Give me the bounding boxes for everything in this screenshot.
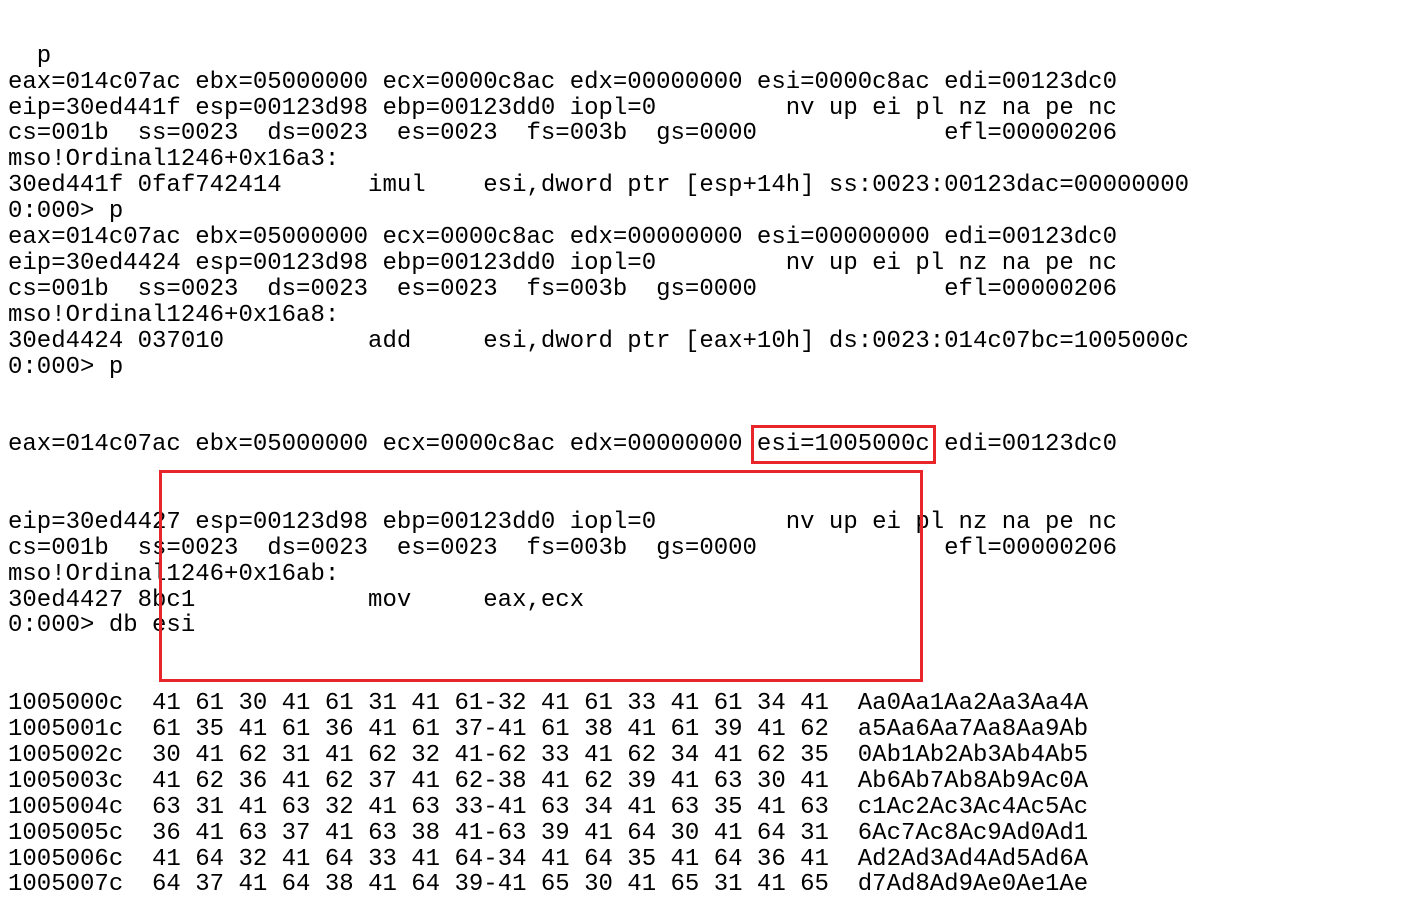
register-prefix: eax=014c07ac ebx=05000000 ecx=0000c8ac e… bbox=[8, 431, 757, 459]
dump-address: 1005007c bbox=[8, 871, 124, 899]
console-line: mso!Ordinal1246+0x16a3: bbox=[8, 146, 340, 174]
console-output-before: p eax=014c07ac ebx=05000000 ecx=0000c8ac … bbox=[8, 42, 1189, 381]
dump-row: 1005002c 30 41 62 31 41 62 32 41-62 33 4… bbox=[8, 743, 1189, 769]
dump-address: 1005002c bbox=[8, 741, 124, 769]
dump-bytes: 30 41 62 31 41 62 32 41-62 33 41 62 34 4… bbox=[152, 741, 829, 769]
dump-ascii: Ab6Ab7Ab8Ab9Ac0A bbox=[857, 767, 1089, 795]
dump-address: 1005005c bbox=[8, 819, 124, 847]
console-line: mso!Ordinal1246+0x16a8: bbox=[8, 301, 340, 329]
dump-row: 1005000c 41 61 30 41 61 31 41 61-32 41 6… bbox=[8, 691, 1189, 717]
dump-bytes: 36 41 63 37 41 63 38 41-63 39 41 64 30 4… bbox=[152, 819, 829, 847]
console-line: 30ed4427 8bc1 mov eax,ecx bbox=[8, 586, 585, 614]
dump-bytes: 61 35 41 61 36 41 61 37-41 61 38 41 61 3… bbox=[152, 716, 829, 744]
console-line: 0:000> db esi bbox=[8, 612, 196, 640]
dump-address: 1005004c bbox=[8, 793, 124, 821]
console-line: 0:000> p bbox=[8, 353, 124, 381]
dump-row: 1005004c 63 31 41 63 32 41 63 33-41 63 3… bbox=[8, 793, 1189, 821]
dump-row: 1005003c 41 62 36 41 62 37 41 62-38 41 6… bbox=[8, 767, 1189, 795]
console-line: cs=001b ss=0023 ds=0023 es=0023 fs=003b … bbox=[8, 275, 1117, 303]
dump-ascii: 0Ab1Ab2Ab3Ab4Ab5 bbox=[857, 741, 1089, 769]
dump-bytes: 63 31 41 63 32 41 63 33-41 63 34 41 63 3… bbox=[152, 793, 829, 821]
dump-address: 1005001c bbox=[8, 716, 124, 744]
dump-ascii: 6Ac7Ac8Ac9Ad0Ad1 bbox=[857, 819, 1089, 847]
dump-row: 1005001c 61 35 41 61 36 41 61 37-41 61 3… bbox=[8, 717, 1189, 743]
register-line-highlighted: eax=014c07ac ebx=05000000 ecx=0000c8ac e… bbox=[8, 425, 1189, 465]
dump-ascii: c1Ac2Ac3Ac4Ac5Ac bbox=[857, 793, 1089, 821]
console-line: 30ed441f 0faf742414 imul esi,dword ptr [… bbox=[8, 172, 1189, 200]
dump-address: 1005003c bbox=[8, 767, 124, 795]
console-line: p bbox=[8, 42, 52, 70]
dump-ascii: d7Ad8Ad9Ae0Ae1Ae bbox=[857, 871, 1089, 899]
console-line: eip=30ed4427 esp=00123d98 ebp=00123dd0 i… bbox=[8, 508, 1117, 536]
dump-row: 1005005c 36 41 63 37 41 63 38 41-63 39 4… bbox=[8, 819, 1189, 847]
dump-row: 1005007c 64 37 41 64 38 41 64 39-41 65 3… bbox=[8, 872, 1189, 898]
console-line: 30ed4424 037010 add esi,dword ptr [eax+1… bbox=[8, 327, 1189, 355]
console-line: eax=014c07ac ebx=05000000 ecx=0000c8ac e… bbox=[8, 224, 1117, 252]
console-line: cs=001b ss=0023 ds=0023 es=0023 fs=003b … bbox=[8, 120, 1117, 148]
console-line: eip=30ed441f esp=00123d98 ebp=00123dd0 i… bbox=[8, 94, 1117, 122]
dump-address: 1005000c bbox=[8, 690, 124, 718]
dump-bytes: 41 62 36 41 62 37 41 62-38 41 62 39 41 6… bbox=[152, 767, 829, 795]
dump-bytes: 41 64 32 41 64 33 41 64-34 41 64 35 41 6… bbox=[152, 845, 829, 873]
memory-dump: 1005000c 41 61 30 41 61 31 41 61-32 41 6… bbox=[8, 691, 1189, 898]
console-output-after: eip=30ed4427 esp=00123d98 ebp=00123dd0 i… bbox=[8, 510, 1189, 639]
register-suffix: edi=00123dc0 bbox=[929, 431, 1117, 459]
debugger-console[interactable]: p eax=014c07ac ebx=05000000 ecx=0000c8ac … bbox=[8, 0, 1189, 924]
dump-ascii: a5Aa6Aa7Aa8Aa9Ab bbox=[857, 716, 1089, 744]
esi-register-highlight: esi=1005000c bbox=[750, 425, 936, 465]
console-line: eax=014c07ac ebx=05000000 ecx=0000c8ac e… bbox=[8, 68, 1117, 96]
console-line: mso!Ordinal1246+0x16ab: bbox=[8, 560, 340, 588]
console-line: eip=30ed4424 esp=00123d98 ebp=00123dd0 i… bbox=[8, 249, 1117, 277]
dump-row: 1005006c 41 64 32 41 64 33 41 64-34 41 6… bbox=[8, 845, 1189, 873]
dump-bytes: 41 61 30 41 61 31 41 61-32 41 61 33 41 6… bbox=[152, 690, 829, 718]
console-line: cs=001b ss=0023 ds=0023 es=0023 fs=003b … bbox=[8, 534, 1117, 562]
dump-bytes: 64 37 41 64 38 41 64 39-41 65 30 41 65 3… bbox=[152, 871, 829, 899]
dump-address: 1005006c bbox=[8, 845, 124, 873]
dump-ascii: Ad2Ad3Ad4Ad5Ad6A bbox=[857, 845, 1089, 873]
dump-ascii: Aa0Aa1Aa2Aa3Aa4A bbox=[857, 690, 1089, 718]
console-line: 0:000> p bbox=[8, 198, 124, 226]
